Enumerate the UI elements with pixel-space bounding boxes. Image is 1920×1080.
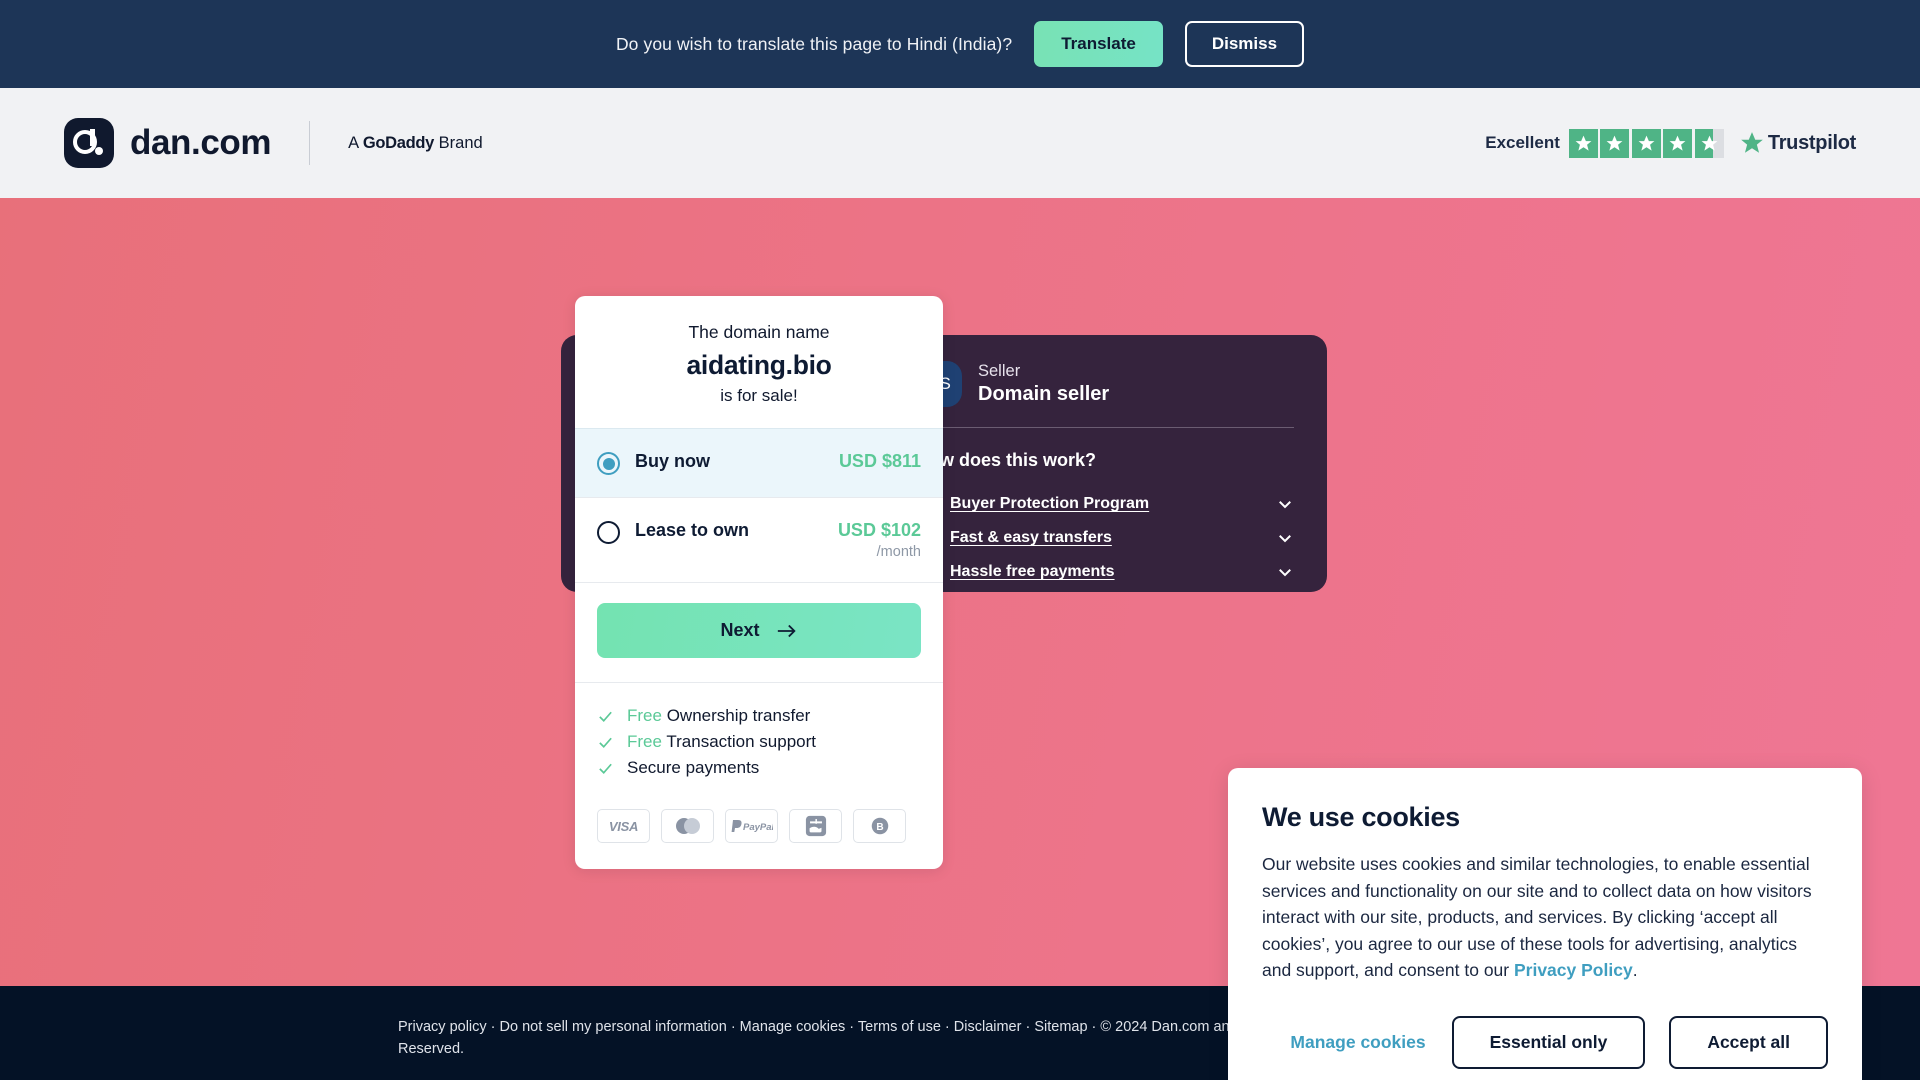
seller-identity: DS Seller Domain seller — [916, 361, 1294, 407]
check-icon — [599, 711, 612, 722]
brand-logo[interactable]: dan.com A GoDaddy Brand — [64, 118, 483, 168]
site-header: dan.com A GoDaddy Brand Excellent Trustp… — [0, 88, 1920, 198]
list-item: Secure payments — [597, 755, 921, 781]
star-icon — [1631, 128, 1661, 158]
offer-post-text: is for sale! — [720, 386, 798, 405]
paypal-icon: PayPal — [725, 809, 778, 843]
next-button[interactable]: Next — [597, 603, 921, 658]
trustpilot-wordmark: Trustpilot — [1767, 131, 1856, 154]
arrow-right-icon — [777, 624, 796, 637]
trustpilot-logo: Trustpilot — [1739, 130, 1856, 156]
brand-sub-prefix: A — [348, 133, 363, 152]
mastercard-icon — [661, 809, 714, 843]
cookie-consent-dialog: We use cookies Our website uses cookies … — [1228, 768, 1862, 1080]
trustpilot-rating-label: Excellent — [1485, 133, 1560, 152]
chevron-down-icon — [1276, 529, 1294, 547]
brand-divider — [309, 121, 311, 165]
offer-pre-text: The domain name — [688, 322, 830, 342]
star-icon — [1600, 128, 1630, 158]
option-price: USD $811 — [838, 451, 921, 471]
how-it-works-title: How does this work? — [916, 450, 1097, 470]
cookie-dialog-body: Our website uses cookies and similar tec… — [1262, 851, 1828, 984]
feature-highlight: Free — [627, 706, 662, 725]
page-root: Do you wish to translate this page to Hi… — [0, 0, 1920, 1080]
check-icon — [599, 737, 612, 748]
radio-buy-now[interactable] — [597, 452, 620, 475]
translate-message: Do you wish to translate this page to Hi… — [615, 33, 1013, 54]
option-lease-to-own[interactable]: Lease to own USD $102 /month — [575, 497, 943, 582]
option-label: Lease to own — [635, 520, 750, 540]
seller-role-label: Seller — [978, 362, 1021, 381]
accept-all-button[interactable]: Accept all — [1669, 1015, 1828, 1069]
option-label: Buy now — [635, 451, 710, 471]
check-icon — [599, 763, 612, 774]
visa-icon: VISA — [597, 809, 650, 843]
cookie-body-tail: . — [1632, 960, 1638, 981]
feature-text: Secure payments — [627, 758, 759, 778]
accordion-fast-transfers[interactable]: Fast & easy transfers — [916, 521, 1294, 555]
option-price-group: USD $102 /month — [838, 520, 921, 560]
dan-logo-icon — [64, 118, 114, 168]
feature-list: Free Ownership transfer Free Transaction… — [575, 682, 943, 795]
cookie-dialog-title: We use cookies — [1262, 802, 1460, 832]
payment-methods: VISA PayPal B — [575, 795, 943, 869]
chevron-down-icon — [1276, 495, 1294, 513]
chevron-down-icon — [1276, 563, 1294, 581]
list-item: Free Transaction support — [597, 729, 921, 755]
next-button-label: Next — [720, 620, 760, 640]
radio-lease-to-own[interactable] — [597, 521, 620, 544]
privacy-policy-link[interactable]: Privacy Policy — [1514, 960, 1633, 980]
svg-text:B: B — [876, 822, 883, 833]
option-price-period: /month — [876, 544, 921, 560]
feature-text: Free Ownership transfer — [627, 706, 810, 726]
manage-cookies-button[interactable]: Manage cookies — [1288, 1026, 1427, 1059]
accordion-label: Fast & easy transfers — [950, 529, 1112, 546]
accordion-label: Buyer Protection Program — [950, 495, 1150, 512]
trustpilot-rating[interactable]: Excellent Trustpilot — [1485, 128, 1856, 158]
option-buy-now[interactable]: Buy now USD $811 — [575, 428, 943, 497]
trustpilot-star-icon — [1741, 132, 1763, 153]
star-half-icon — [1694, 128, 1724, 158]
translate-banner: Do you wish to translate this page to Hi… — [0, 0, 1920, 88]
divider — [916, 427, 1294, 428]
seller-name: Domain seller — [978, 382, 1110, 405]
option-price: USD $102 — [837, 520, 921, 540]
brand-name: dan.com — [130, 123, 272, 162]
page-title: aidating.bio — [686, 350, 832, 380]
godaddy-wordmark: GoDaddy — [362, 133, 435, 152]
translate-button[interactable]: Translate — [1034, 21, 1163, 67]
bitcoin-icon: B — [853, 809, 906, 843]
star-icon — [1568, 128, 1598, 158]
list-item: Free Ownership transfer — [597, 703, 921, 729]
star-icon — [1663, 128, 1693, 158]
godaddy-brand-note: A GoDaddy Brand — [348, 134, 483, 153]
option-price-group: USD $811 — [839, 451, 921, 472]
trustpilot-stars — [1568, 128, 1724, 158]
dismiss-button[interactable]: Dismiss — [1184, 21, 1305, 67]
accordion-label: Hassle free payments — [950, 563, 1115, 580]
feature-highlight: Free — [627, 732, 662, 751]
alipay-icon — [789, 809, 842, 843]
offer-header: The domain name aidating.bio is for sale… — [575, 296, 943, 428]
cookie-dialog-actions: Manage cookies Essential only Accept all — [1262, 1015, 1828, 1069]
svg-text:PayPal: PayPal — [743, 822, 773, 833]
essential-only-button[interactable]: Essential only — [1451, 1015, 1646, 1069]
feature-text: Free Transaction support — [627, 732, 816, 752]
feature-label: Transaction support — [661, 732, 816, 751]
feature-label: Secure payments — [627, 758, 760, 777]
accordion-hassle-free-payments[interactable]: Hassle free payments — [916, 555, 1294, 589]
feature-label: Ownership transfer — [661, 706, 811, 725]
offer-card: The domain name aidating.bio is for sale… — [575, 296, 943, 869]
brand-sub-suffix: Brand — [434, 133, 483, 152]
next-button-wrap: Next — [575, 582, 943, 682]
accordion-buyer-protection[interactable]: Buyer Protection Program — [916, 487, 1294, 521]
